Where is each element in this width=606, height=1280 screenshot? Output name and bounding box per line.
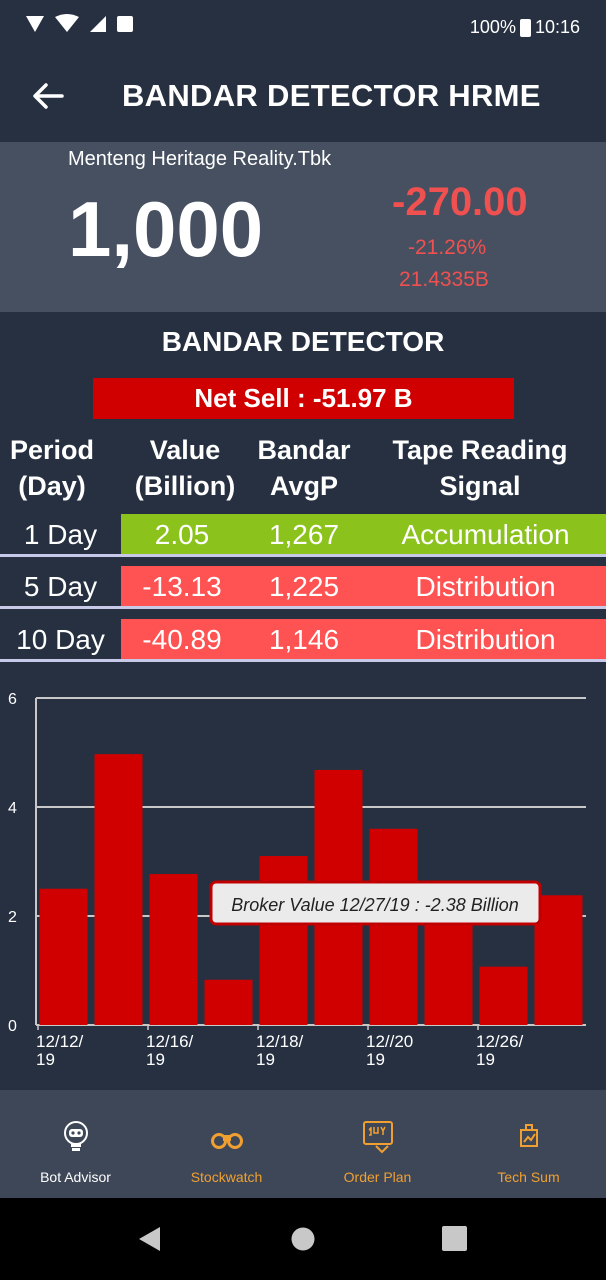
arrow-left-icon[interactable] — [30, 76, 66, 116]
battery-icon — [519, 18, 531, 37]
binoculars-icon — [210, 1133, 243, 1149]
bar — [369, 828, 418, 1025]
row-signal: Distribution — [365, 619, 606, 659]
row-divider — [0, 659, 606, 662]
y-tick-label: 6 — [8, 691, 17, 708]
cell-signal-icon — [90, 16, 106, 32]
company-name: Menteng Heritage Reality.Tbk — [68, 148, 332, 170]
header-value: Value (Billion) — [134, 435, 236, 501]
y-tick-label: 2 — [8, 909, 17, 926]
row-signal: Accumulation — [365, 514, 606, 554]
x-tick-label: 12//20 19 — [366, 1032, 413, 1069]
bar — [94, 754, 143, 1025]
row-divider — [0, 606, 606, 609]
price-change-percent: -21.26% — [408, 236, 487, 259]
row-avgp: 1,267 — [243, 514, 365, 554]
trade-volume: 21.4335B — [399, 268, 489, 291]
y-tick-label: 4 — [8, 800, 17, 817]
system-home-icon[interactable] — [291, 1227, 315, 1251]
nav-stockwatch[interactable]: Stockwatch — [151, 1090, 302, 1198]
bar-chart[interactable]: 0 2 4 6 12/12/19 12/16/19 12/18/19 12//20 19 12/2… — [0, 668, 606, 1090]
system-back-icon[interactable] — [136, 1225, 164, 1253]
page-title: BANDAR DETECTOR HRME — [122, 78, 541, 113]
wifi-icon — [55, 14, 79, 32]
nav-order-plan[interactable]: Order Plan — [302, 1090, 453, 1198]
nav-label: Tech Sum — [497, 1169, 560, 1185]
net-sell-badge: Net Sell : -51.97 B — [93, 378, 514, 419]
bar — [204, 979, 253, 1025]
x-tick-label: 12/26/19 — [476, 1032, 524, 1069]
row-period: 1 Day — [0, 514, 121, 554]
table-row: 5 Day -13.13 1,225 Distribution — [0, 566, 606, 606]
system-recents-icon[interactable] — [442, 1226, 467, 1251]
nav-label: Order Plan — [343, 1169, 412, 1185]
x-tick-label: 12/12/19 — [36, 1032, 84, 1069]
status-bar: 100% 10:16 — [0, 0, 606, 56]
bar — [479, 966, 528, 1025]
bar — [149, 874, 198, 1025]
nav-label: Stockwatch — [190, 1169, 263, 1185]
table-row: 1 Day 2.05 1,267 Accumulation — [0, 514, 606, 554]
buy-cart-icon — [362, 1121, 393, 1154]
last-price: 1,000 — [68, 185, 264, 273]
price-change: -270.00 — [392, 180, 528, 224]
header-period: Period (Day) — [9, 435, 95, 501]
bottom-navigation: Bot Advisor Stockwatch Order Plan Tech S… — [0, 1090, 606, 1198]
x-tick-label: 12/16/19 — [146, 1032, 194, 1069]
bar — [39, 888, 88, 1025]
row-period: 5 Day — [0, 566, 121, 606]
app-bar: BANDAR DETECTOR HRME — [0, 56, 606, 142]
row-divider — [0, 554, 606, 557]
row-period: 10 Day — [0, 619, 121, 659]
row-avgp: 1,225 — [243, 566, 365, 606]
broker-value-chart[interactable]: 0 2 4 6 12/12/19 12/16/19 12/18/19 12//20 19 12/2… — [0, 668, 606, 1090]
nav-label: Bot Advisor — [40, 1169, 111, 1185]
bandar-detector-section: BANDAR DETECTOR Net Sell : -51.97 B Peri… — [0, 312, 606, 668]
bar — [534, 895, 583, 1025]
row-value: -40.89 — [121, 619, 243, 659]
bot-advisor-icon — [63, 1121, 88, 1151]
row-value: 2.05 — [121, 514, 243, 554]
clock: 10:16 — [534, 17, 580, 37]
row-signal: Distribution — [365, 566, 606, 606]
x-tick-label: 12/18/19 — [256, 1032, 304, 1069]
battery-percent: 100% — [469, 17, 516, 37]
nav-tech-sum[interactable]: Tech Sum — [453, 1090, 604, 1198]
system-navigation-bar — [0, 1198, 606, 1280]
quote-panel: Menteng Heritage Reality.Tbk 1,000 -270.… — [0, 142, 606, 312]
chart-tooltip-text: Broker Value 12/27/19 : -2.38 Billion — [231, 895, 519, 915]
notification-icon — [117, 16, 133, 32]
y-tick-label: 0 — [8, 1018, 17, 1035]
header-avgp: Bandar AvgP — [257, 435, 351, 501]
tech-sum-icon — [519, 1124, 538, 1147]
signal-icon — [26, 16, 44, 32]
row-avgp: 1,146 — [243, 619, 365, 659]
header-signal: Tape Reading Signal — [392, 435, 568, 501]
table-row: 10 Day -40.89 1,146 Distribution — [0, 619, 606, 659]
nav-bot-advisor[interactable]: Bot Advisor — [0, 1090, 151, 1198]
row-value: -13.13 — [121, 566, 243, 606]
section-title: BANDAR DETECTOR — [161, 326, 445, 357]
